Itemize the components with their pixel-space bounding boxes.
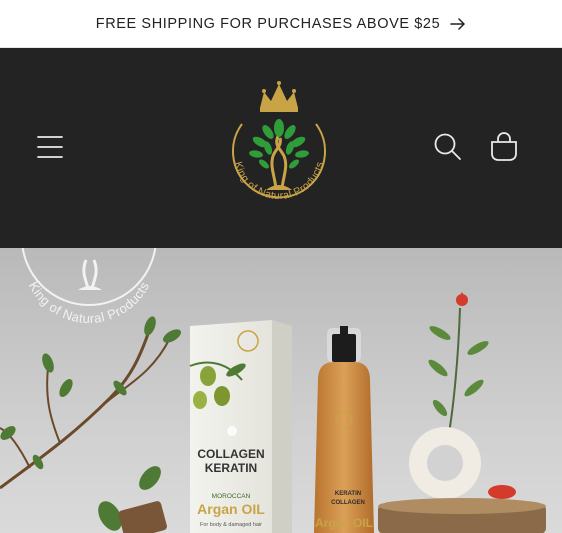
hero-image: King of Natural Products COLLAGEN KERATI…: [0, 248, 546, 533]
hero-banner[interactable]: King of Natural Products COLLAGEN KERATI…: [0, 248, 562, 533]
cart-button[interactable]: [488, 132, 520, 162]
logo-text: King of Natural Products: [232, 160, 326, 202]
watermark-logo: King of Natural Products: [21, 248, 157, 326]
svg-text:Argan OIL: Argan OIL: [197, 501, 265, 517]
svg-text:COLLAGEN: COLLAGEN: [197, 447, 264, 461]
menu-button[interactable]: [36, 134, 64, 160]
branch-decoration: [0, 316, 182, 533]
svg-text:Argan OIL: Argan OIL: [315, 516, 373, 530]
announcement-text: FREE SHIPPING FOR PURCHASES ABOVE $25: [95, 15, 441, 32]
vase-decoration: [378, 292, 546, 533]
search-icon: [434, 133, 461, 160]
svg-text:COLLAGEN: COLLAGEN: [331, 500, 365, 506]
svg-text:KERATIN: KERATIN: [335, 491, 361, 497]
hamburger-menu-icon: [37, 136, 63, 158]
announcement-bar: FREE SHIPPING FOR PURCHASES ABOVE $25: [0, 0, 562, 48]
search-button[interactable]: [433, 132, 463, 162]
argan-oil-bottle: KERATIN COLLAGEN Argan OIL: [314, 326, 374, 533]
shopping-bag-icon: [491, 132, 517, 161]
logo-graphic: King of Natural Products: [232, 81, 326, 202]
arrow-right-icon: [450, 17, 465, 30]
svg-text:MOROCCAN: MOROCCAN: [212, 493, 251, 500]
brand-logo[interactable]: King of Natural Products: [216, 76, 342, 212]
svg-text:For body & damaged hair: For body & damaged hair: [200, 522, 262, 528]
site-header: King of Natural Products: [0, 48, 562, 248]
collagen-keratin-box: COLLAGEN KERATIN MOROCCAN Argan OIL For …: [189, 320, 292, 533]
announcement-link[interactable]: FREE SHIPPING FOR PURCHASES ABOVE $25: [96, 16, 467, 32]
svg-text:KERATIN: KERATIN: [205, 461, 257, 475]
